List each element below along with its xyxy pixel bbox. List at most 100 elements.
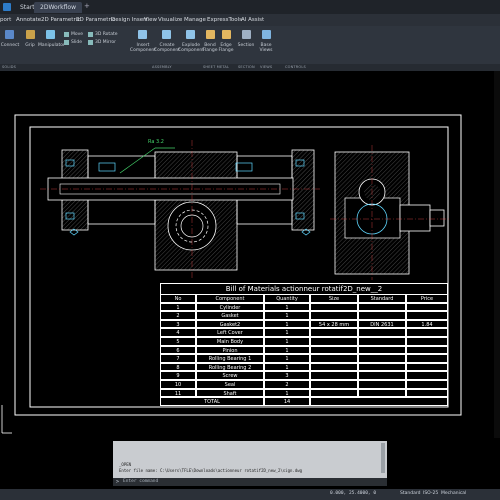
menu-item[interactable]: AI Assist	[241, 14, 264, 26]
bom-cell	[406, 337, 448, 346]
panel-label: ASSEMBLY	[152, 65, 172, 69]
bom-cell	[358, 362, 406, 372]
bom-cell: 1	[264, 328, 310, 337]
3d-mirror-button[interactable]: 3D Mirror	[95, 40, 116, 45]
insert-component-icon[interactable]	[138, 30, 147, 39]
command-prompt: Enter command	[123, 479, 159, 484]
bom-cell: Gasket2	[196, 319, 264, 329]
bom-cell: 6	[160, 345, 196, 355]
menu-item[interactable]: Visualize	[158, 14, 182, 26]
move-icon[interactable]	[64, 32, 69, 37]
bom-cell: 1	[264, 354, 310, 363]
bom-cell	[358, 388, 406, 398]
3d-rotate-button[interactable]: 3D Rotate	[95, 32, 118, 37]
bom-cell: Component	[196, 294, 264, 303]
base-views-button[interactable]: Base Views	[256, 43, 276, 53]
menu-item[interactable]: 3D Parametric	[76, 14, 115, 26]
bom-cell: Standard	[358, 294, 406, 303]
bom-cell: 1	[264, 311, 310, 320]
base-views-icon[interactable]	[262, 30, 271, 39]
side-section-view[interactable]	[330, 145, 450, 280]
canvas-scrollbar[interactable]	[494, 71, 500, 438]
command-input[interactable]: > Enter command	[113, 478, 387, 486]
bom-cell	[310, 371, 358, 380]
connect-icon[interactable]	[5, 30, 14, 39]
bom-total-row: TOTAL 14	[160, 397, 448, 406]
bom-cell: Price	[406, 294, 448, 303]
3d-rotate-icon[interactable]	[88, 32, 93, 37]
section-icon[interactable]	[242, 30, 251, 39]
bom-cell	[310, 337, 358, 346]
bom-cell: Shaft	[196, 388, 264, 398]
bom-table[interactable]: Bill of Materials actionneur rotatif2D_n…	[160, 283, 448, 418]
panel-label: SHEET METAL	[203, 65, 230, 69]
bom-cell: 1	[264, 302, 310, 312]
bom-row: 8 Rolling Bearing 21	[160, 362, 448, 372]
bom-cell: 11	[160, 388, 196, 398]
menu-item[interactable]: Manage	[184, 14, 206, 26]
menu-item[interactable]: View	[144, 14, 157, 26]
edge-flange-button[interactable]: Edge Flange	[216, 43, 236, 53]
section-button[interactable]: Section	[236, 43, 256, 48]
history-scrollbar[interactable]	[381, 443, 385, 473]
bom-cell	[406, 388, 448, 398]
bom-cell	[358, 371, 406, 380]
grip-icon[interactable]	[26, 30, 35, 39]
bom-row: 10 Seal 2	[160, 380, 448, 389]
bom-cell: Size	[310, 294, 358, 303]
bom-cell	[406, 371, 448, 380]
3d-mirror-icon[interactable]	[88, 40, 93, 45]
status-field-workspace[interactable]: Mechanical	[441, 491, 466, 496]
bom-cell	[406, 302, 448, 312]
grip-button[interactable]: Grip	[22, 43, 38, 48]
bom-cell: No	[160, 294, 196, 303]
bom-cell: Left Cover	[196, 328, 264, 337]
tab-2dworkflow[interactable]: 2DWorkflow	[34, 2, 82, 13]
front-section-view[interactable]: Ra 3.2	[40, 139, 320, 280]
status-bar: 0.000, 25.4000, 0 Standard ISO-25 Mechan…	[0, 489, 500, 500]
menu-item[interactable]: ExpressTools	[207, 14, 242, 26]
bom-cell: DIN 2631	[358, 319, 406, 329]
bom-cell: 1.84	[406, 319, 448, 329]
bom-cell	[358, 302, 406, 312]
drawing-canvas[interactable]: Ra 3.2 W Bill of Materials actionneur ro…	[0, 71, 500, 438]
bom-cell	[406, 354, 448, 363]
bom-cell: Rolling Bearing 2	[196, 362, 264, 372]
bom-cell	[310, 380, 358, 389]
status-field-standard[interactable]: Standard	[400, 491, 420, 496]
bom-cell	[406, 311, 448, 320]
connect-button[interactable]: Connect	[0, 43, 20, 48]
manipulator-icon[interactable]	[46, 30, 55, 39]
menu-item[interactable]: 2D Parametric	[41, 14, 80, 26]
bom-cell: 3	[264, 371, 310, 380]
bom-cell: Pinion	[196, 345, 264, 355]
create-component-icon[interactable]	[162, 30, 171, 39]
explode-component-icon[interactable]	[186, 30, 195, 39]
status-field-dimstyle[interactable]: ISO-25	[423, 491, 438, 496]
bend-flange-icon[interactable]	[206, 30, 215, 39]
bom-cell	[310, 302, 358, 312]
edge-flange-icon[interactable]	[222, 30, 231, 39]
bom-row: 4 Left Cover 1	[160, 328, 448, 337]
menu-item[interactable]: port	[0, 14, 11, 26]
manipulator-button[interactable]: Manipulator	[38, 43, 65, 48]
bom-cell	[358, 311, 406, 320]
slide-button[interactable]: Slide	[71, 40, 82, 45]
menu-item[interactable]: Annotate	[16, 14, 41, 26]
bom-cell: Screw	[196, 371, 264, 380]
bom-cell	[310, 362, 358, 372]
new-tab-icon[interactable]: +	[84, 2, 90, 10]
slide-icon[interactable]	[64, 40, 69, 45]
bom-cell: Gasket	[196, 311, 264, 320]
bom-cell: 1	[264, 388, 310, 398]
bom-cell	[358, 380, 406, 389]
menu-item[interactable]: Design Insert	[111, 14, 148, 26]
bom-cell	[310, 354, 358, 363]
command-line: _OPEN	[119, 462, 132, 467]
bom-cell: 1	[264, 345, 310, 355]
bom-row: 1 Cylinder 1	[160, 302, 448, 312]
move-button[interactable]: Move	[71, 32, 83, 37]
bom-row: 2 Gasket 1	[160, 311, 448, 320]
bom-cell	[310, 345, 358, 355]
app-logo-icon	[3, 3, 11, 11]
